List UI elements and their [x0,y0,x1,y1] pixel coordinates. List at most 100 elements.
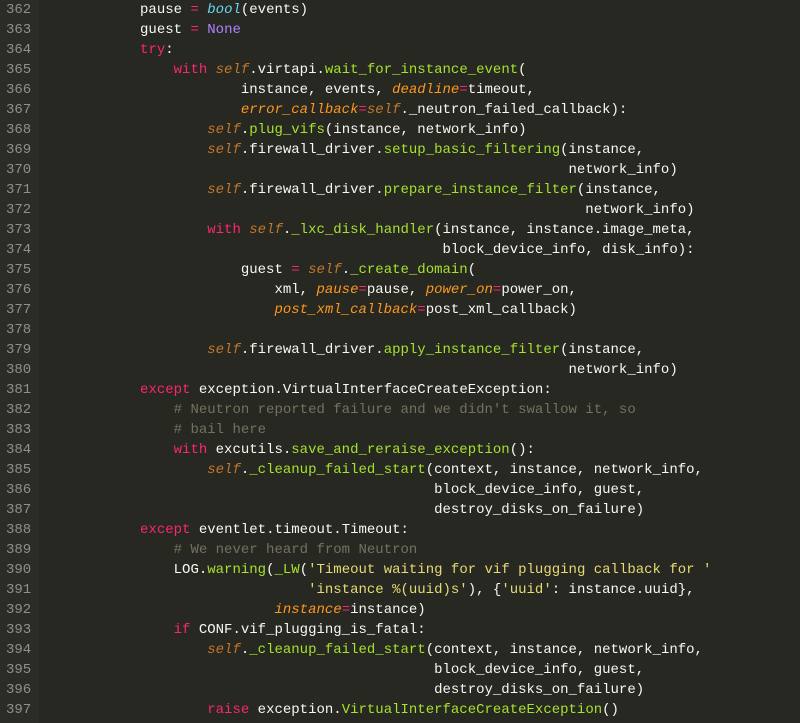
token-pln: (instance, [560,142,644,158]
token-pln: (): [510,442,535,458]
token-self: self [308,262,342,278]
code-line[interactable]: # We never heard from Neutron [39,540,800,560]
token-self: self [249,222,283,238]
token-op: = [358,282,366,298]
code-line[interactable]: self._cleanup_failed_start(context, inst… [39,460,800,480]
token-kw: raise [207,702,249,718]
token-op: = [342,602,350,618]
token-pln: network_info) [39,362,678,378]
code-line[interactable]: destroy_disks_on_failure) [39,680,800,700]
token-pln: ( [468,262,476,278]
token-pln: exception.VirtualInterfaceCreateExceptio… [190,382,551,398]
line-number: 394 [6,640,31,660]
token-pln [39,422,173,438]
token-pln: destroy_disks_on_failure) [39,502,644,518]
code-line[interactable]: guest = self._create_domain( [39,260,800,280]
token-pln [39,342,207,358]
token-pln: pause, [367,282,426,298]
token-op: = [459,82,467,98]
token-pln [39,62,173,78]
code-line[interactable]: try: [39,40,800,60]
token-fn: _create_domain [350,262,468,278]
code-editor[interactable]: 3623633643653663673683693703713723733743… [0,0,800,723]
token-op: = [417,302,425,318]
code-line[interactable]: instance, events, deadline=timeout, [39,80,800,100]
code-line[interactable]: self.firewall_driver.apply_instance_filt… [39,340,800,360]
line-number: 366 [6,80,31,100]
token-kw: with [174,62,208,78]
token-pln: .firewall_driver. [241,182,384,198]
token-pln: block_device_info, guest, [39,662,644,678]
code-line[interactable]: with self.virtapi.wait_for_instance_even… [39,60,800,80]
token-pln [39,542,173,558]
code-line[interactable]: self.firewall_driver.prepare_instance_fi… [39,180,800,200]
line-number: 374 [6,240,31,260]
line-number: 386 [6,480,31,500]
token-pln: xml, [39,282,316,298]
token-pln: network_info) [39,202,694,218]
token-pln [39,402,173,418]
token-fn: _cleanup_failed_start [249,642,425,658]
code-line[interactable] [39,320,800,340]
code-line[interactable]: # bail here [39,420,800,440]
code-line[interactable]: block_device_info, disk_info): [39,240,800,260]
code-line[interactable]: self.firewall_driver.setup_basic_filteri… [39,140,800,160]
code-line[interactable]: instance=instance) [39,600,800,620]
code-line[interactable]: block_device_info, guest, [39,480,800,500]
token-fn: _LW [274,562,299,578]
line-number: 388 [6,520,31,540]
token-pln: block_device_info, guest, [39,482,644,498]
token-fn: setup_basic_filtering [384,142,560,158]
token-pln [39,602,274,618]
code-area[interactable]: pause = bool(events) guest = None try: w… [39,0,800,723]
code-line[interactable]: network_info) [39,160,800,180]
code-line[interactable]: # Neutron reported failure and we didn't… [39,400,800,420]
token-kw: with [174,442,208,458]
token-pln: . [241,642,249,658]
token-pln [39,122,207,138]
line-number: 396 [6,680,31,700]
token-pln: () [602,702,619,718]
token-pln: destroy_disks_on_failure) [39,682,644,698]
code-line[interactable]: guest = None [39,20,800,40]
code-line[interactable]: LOG.warning(_LW('Timeout waiting for vif… [39,560,800,580]
code-line[interactable]: except eventlet.timeout.Timeout: [39,520,800,540]
token-pln: (instance, network_info) [325,122,527,138]
line-number-gutter: 3623633643653663673683693703713723733743… [0,0,39,723]
code-line[interactable]: pause = bool(events) [39,0,800,20]
line-number: 380 [6,360,31,380]
code-line[interactable]: 'instance %(uuid)s'), {'uuid': instance.… [39,580,800,600]
code-line[interactable]: self.plug_vifs(instance, network_info) [39,120,800,140]
code-line[interactable]: post_xml_callback=post_xml_callback) [39,300,800,320]
line-number: 362 [6,0,31,20]
token-arg: power_on [426,282,493,298]
token-pln [199,2,207,18]
line-number: 364 [6,40,31,60]
code-line[interactable]: xml, pause=pause, power_on=power_on, [39,280,800,300]
line-number: 382 [6,400,31,420]
code-line[interactable]: block_device_info, guest, [39,660,800,680]
code-line[interactable]: network_info) [39,200,800,220]
token-kw: if [174,622,191,638]
code-line[interactable]: network_info) [39,360,800,380]
token-self: self [367,102,401,118]
line-number: 397 [6,700,31,720]
token-self: self [207,462,241,478]
code-line[interactable]: with excutils.save_and_reraise_exception… [39,440,800,460]
token-pln [300,262,308,278]
code-line[interactable]: destroy_disks_on_failure) [39,500,800,520]
token-op: = [190,2,198,18]
code-line[interactable]: error_callback=self._neutron_failed_call… [39,100,800,120]
code-line[interactable]: raise exception.VirtualInterfaceCreateEx… [39,700,800,720]
token-fn: _lxc_disk_handler [291,222,434,238]
code-line[interactable]: except exception.VirtualInterfaceCreateE… [39,380,800,400]
code-line[interactable]: with self._lxc_disk_handler(instance, in… [39,220,800,240]
code-line[interactable]: self._cleanup_failed_start(context, inst… [39,640,800,660]
token-op: = [358,102,366,118]
token-pln [39,182,207,198]
token-str: 'instance %(uuid)s' [308,582,468,598]
line-number: 390 [6,560,31,580]
token-const: None [207,22,241,38]
code-line[interactable]: if CONF.vif_plugging_is_fatal: [39,620,800,640]
token-pln: guest [39,262,291,278]
